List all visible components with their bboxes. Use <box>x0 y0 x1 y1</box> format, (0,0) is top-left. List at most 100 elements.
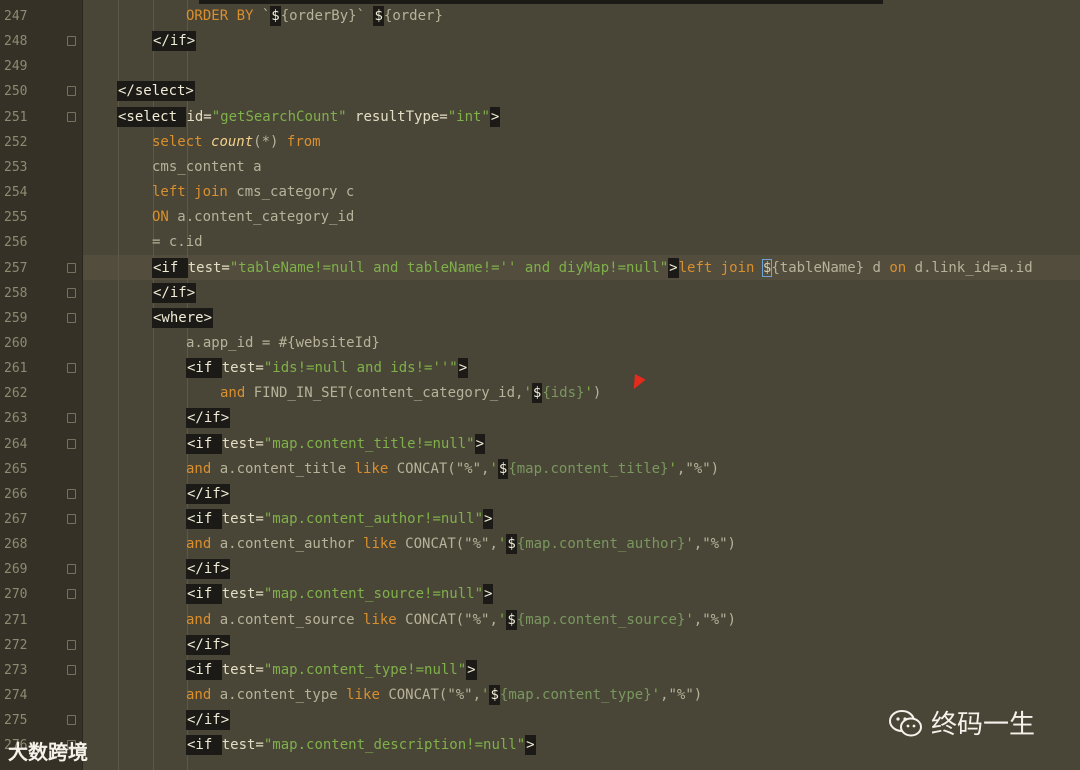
code-line[interactable]: 268 and a.content_author like CONCAT("%",… <box>4 532 1080 557</box>
code-token: > <box>457 358 469 379</box>
code-token: {map.content_title} <box>508 460 669 477</box>
code-token: left join <box>678 259 763 276</box>
code-line[interactable]: 270 <if test="map.content_source!=null"> <box>4 582 1080 607</box>
code-line[interactable]: 266 </if> <box>4 482 1080 507</box>
code-line[interactable]: 262 and FIND_IN_SET(content_category_id,'… <box>4 381 1080 406</box>
code-text: </if> <box>186 406 231 431</box>
code-line[interactable]: 250 </select> <box>4 79 1080 104</box>
code-token: like <box>363 536 406 553</box>
code-line[interactable]: 264 <if test="map.content_title!=null"> <box>4 432 1080 457</box>
fold-marker-icon[interactable] <box>67 413 76 424</box>
line-number: 273 <box>4 662 28 678</box>
code-token: $ <box>506 534 517 555</box>
code-token: "ids!=null and ids!=''" <box>263 360 458 377</box>
code-token: from <box>286 133 321 150</box>
code-token: </if> <box>186 710 231 731</box>
code-token: ' <box>489 460 498 477</box>
code-token: "map.content_title!=null" <box>263 435 475 452</box>
line-number: 249 <box>4 59 28 75</box>
line-number: 252 <box>4 134 28 150</box>
code-line[interactable]: 267 <if test="map.content_author!=null"> <box>4 507 1080 532</box>
fold-marker-icon[interactable] <box>67 262 76 273</box>
code-token: CONCAT("%", <box>396 460 490 477</box>
line-number: 258 <box>4 285 28 301</box>
fold-marker-icon[interactable] <box>67 514 76 524</box>
code-text: </if> <box>186 482 231 507</box>
code-line[interactable]: 259 <where> <box>4 306 1080 331</box>
fold-marker-icon[interactable] <box>67 488 76 499</box>
fold-marker-icon[interactable] <box>67 86 76 97</box>
code-token: a.content_author <box>219 536 364 553</box>
fold-marker-icon[interactable] <box>67 36 76 47</box>
code-line[interactable]: 258 </if> <box>4 281 1080 306</box>
code-token: d.link_id=a.id <box>914 259 1033 276</box>
code-text: ON a.content_category_id <box>152 205 354 230</box>
code-token: (*) <box>253 133 287 150</box>
watermark-right: 终码一生 <box>889 704 1035 741</box>
code-line[interactable]: 249 <box>4 54 1080 79</box>
fold-marker-icon[interactable] <box>67 589 76 600</box>
code-token: <where> <box>152 307 214 328</box>
code-line[interactable]: 254 left join cms_category c <box>4 180 1080 205</box>
code-line[interactable]: 271 and a.content_source like CONCAT("%",… <box>4 608 1080 633</box>
line-number: 272 <box>4 637 28 653</box>
code-token: "map.content_type!=null" <box>263 661 467 678</box>
fold-marker-icon[interactable] <box>67 564 76 575</box>
code-text: <if test="map.content_title!=null"> <box>186 432 486 457</box>
code-token: test= <box>221 737 264 754</box>
code-token: <if <box>186 358 222 379</box>
code-line[interactable]: 253 cms_content a <box>4 155 1080 180</box>
code-line[interactable]: 273 <if test="map.content_type!=null"> <box>4 658 1080 683</box>
fold-marker-icon[interactable] <box>67 715 76 726</box>
code-line[interactable]: 269 </if> <box>4 557 1080 582</box>
line-number: 257 <box>4 260 28 276</box>
code-token: a.content_type <box>219 687 347 704</box>
wechat-icon <box>889 710 922 737</box>
line-number: 266 <box>4 486 28 502</box>
code-text: </if> <box>152 29 197 54</box>
code-text: and a.content_type like CONCAT("%", ' ${ma… <box>186 683 702 708</box>
code-token: a.content_category_id <box>177 209 355 226</box>
code-token: a.content_title <box>219 460 355 477</box>
code-line[interactable]: 260 a.app_id = #{websiteId} <box>4 331 1080 356</box>
fold-marker-icon[interactable] <box>67 312 76 323</box>
code-text: = c.id <box>152 230 203 255</box>
fold-marker-icon[interactable] <box>67 111 76 122</box>
code-token: a.content_source <box>219 611 364 628</box>
code-token: </if> <box>186 559 231 580</box>
code-line[interactable]: 257 <if test="tableName!=null and tableNa… <box>4 256 1080 281</box>
code-token: CONCAT("%", <box>405 536 498 553</box>
code-line[interactable]: 263 </if> <box>4 406 1080 431</box>
fold-marker-icon[interactable] <box>67 639 76 650</box>
fold-marker-icon[interactable] <box>67 287 76 298</box>
code-text: <if test="map.content_author!=null"> <box>186 507 494 532</box>
fold-marker-icon[interactable] <box>67 363 76 374</box>
code-token: $ <box>373 6 384 26</box>
code-token: ,"%") <box>676 460 720 477</box>
code-line[interactable]: 252 select count(*) from <box>4 130 1080 155</box>
code-line[interactable]: 261 <if test="ids!=null and ids!=''"> <box>4 356 1080 381</box>
code-token: "map.content_author!=null" <box>263 511 484 527</box>
line-number: 260 <box>4 335 28 351</box>
code-line[interactable]: 251 <select id="getSearchCount" resultTyp… <box>4 105 1080 130</box>
line-number: 251 <box>4 109 28 125</box>
code-line[interactable]: 265 and a.content_title like CONCAT("%",'… <box>4 457 1080 482</box>
line-number: 256 <box>4 235 28 251</box>
code-line[interactable]: 255 ON a.content_category_id <box>4 205 1080 230</box>
code-line[interactable]: 247 ORDER BY `${orderBy}` ${order} <box>4 4 1080 29</box>
code-token: > <box>483 509 494 529</box>
code-text: and a.content_title like CONCAT("%",'${m… <box>186 457 719 482</box>
code-line[interactable]: 248 </if> <box>4 29 1080 54</box>
watermark-left: 大数跨境 <box>8 736 88 765</box>
code-token: ' <box>584 385 593 402</box>
code-token: </if> <box>186 634 231 655</box>
code-token: {orderBy}` <box>280 8 374 24</box>
code-line[interactable]: 272 </if> <box>4 633 1080 658</box>
code-text: </select> <box>117 79 195 104</box>
code-text: and a.content_author like CONCAT("%", ' ${… <box>186 532 736 557</box>
fold-marker-icon[interactable] <box>67 438 76 449</box>
fold-marker-icon[interactable] <box>67 664 76 675</box>
code-editor[interactable]: 247 ORDER BY `${orderBy}` ${order} 248 </if… <box>4 0 1080 770</box>
code-text: left join cms_category c <box>152 180 354 205</box>
code-line[interactable]: 256 = c.id <box>4 230 1080 255</box>
